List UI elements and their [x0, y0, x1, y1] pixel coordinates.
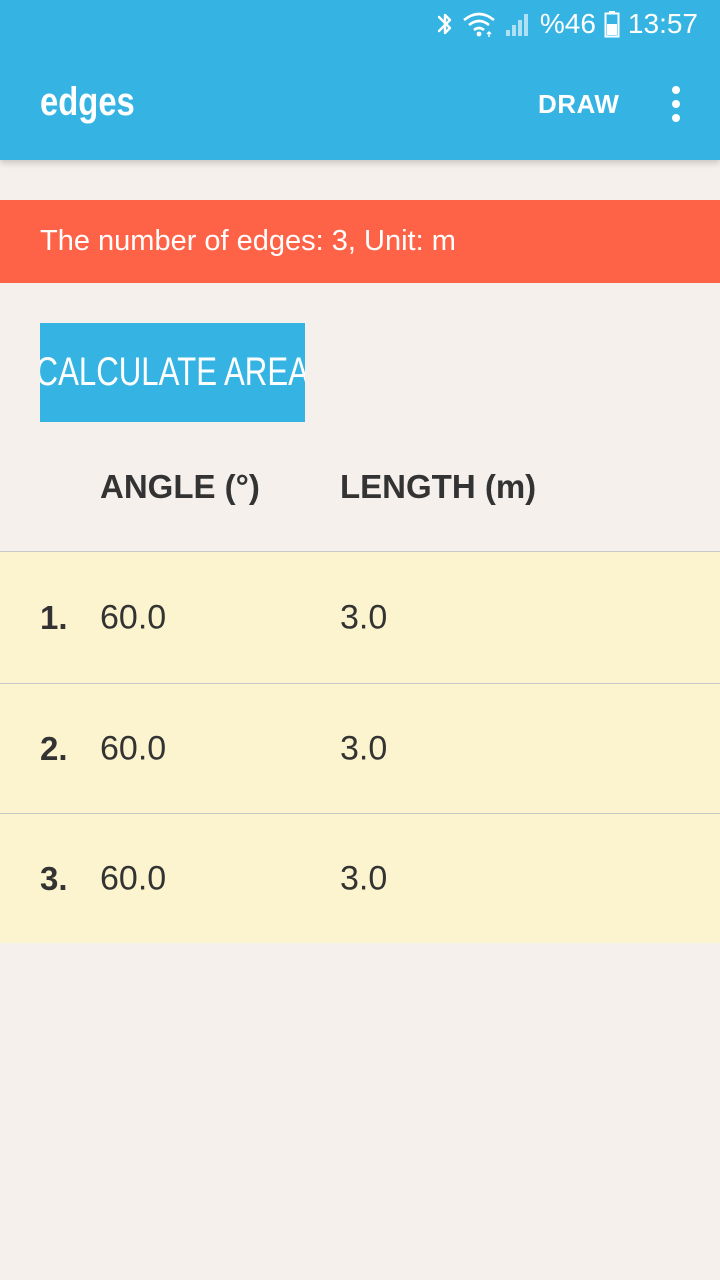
signal-icon: [504, 10, 532, 38]
edge-length: 3.0: [340, 729, 388, 767]
top-bar: %46 13:57 edges DRAW: [0, 0, 720, 160]
edge-angle: 60.0: [100, 859, 167, 897]
edge-index: 1.: [40, 598, 68, 636]
edge-index: 3.: [40, 859, 68, 897]
status-bar: %46 13:57: [0, 0, 720, 48]
battery-icon: [604, 10, 620, 38]
edge-angle: 60.0: [100, 729, 167, 767]
angle-column-header: ANGLE (°): [100, 468, 260, 505]
edge-angle: 60.0: [100, 598, 167, 636]
draw-button[interactable]: DRAW: [526, 76, 631, 132]
status-icons: %46 13:57: [436, 6, 698, 42]
edge-length: 3.0: [340, 859, 388, 897]
overflow-dot: [672, 100, 680, 108]
edge-length: 3.0: [340, 598, 388, 636]
battery-percent: %46: [539, 8, 596, 39]
edge-list: 1. 60.0 3.0 2. 60.0 3.0 3. 60.0 3.0: [0, 551, 720, 943]
edge-row[interactable]: 1. 60.0 3.0: [0, 551, 720, 683]
overflow-dot: [672, 114, 680, 122]
edge-row[interactable]: 2. 60.0 3.0: [0, 683, 720, 813]
overflow-dot: [672, 86, 680, 94]
edge-row[interactable]: 3. 60.0 3.0: [0, 813, 720, 943]
wifi-icon: [462, 10, 496, 38]
app-title: edges: [40, 80, 135, 124]
info-banner: The number of edges: 3, Unit: m: [0, 200, 720, 283]
calculate-area-button[interactable]: CALCULATE AREA: [40, 323, 305, 422]
edge-index: 2.: [40, 729, 68, 767]
length-column-header: LENGTH (m): [340, 468, 537, 505]
app-bar: edges DRAW: [0, 48, 720, 160]
clock: 13:57: [627, 8, 698, 39]
info-banner-text: The number of edges: 3, Unit: m: [40, 225, 456, 257]
more-vert-icon[interactable]: [652, 76, 700, 132]
bluetooth-icon: [436, 10, 454, 38]
calculate-area-label: CALCULATE AREA: [40, 350, 305, 394]
